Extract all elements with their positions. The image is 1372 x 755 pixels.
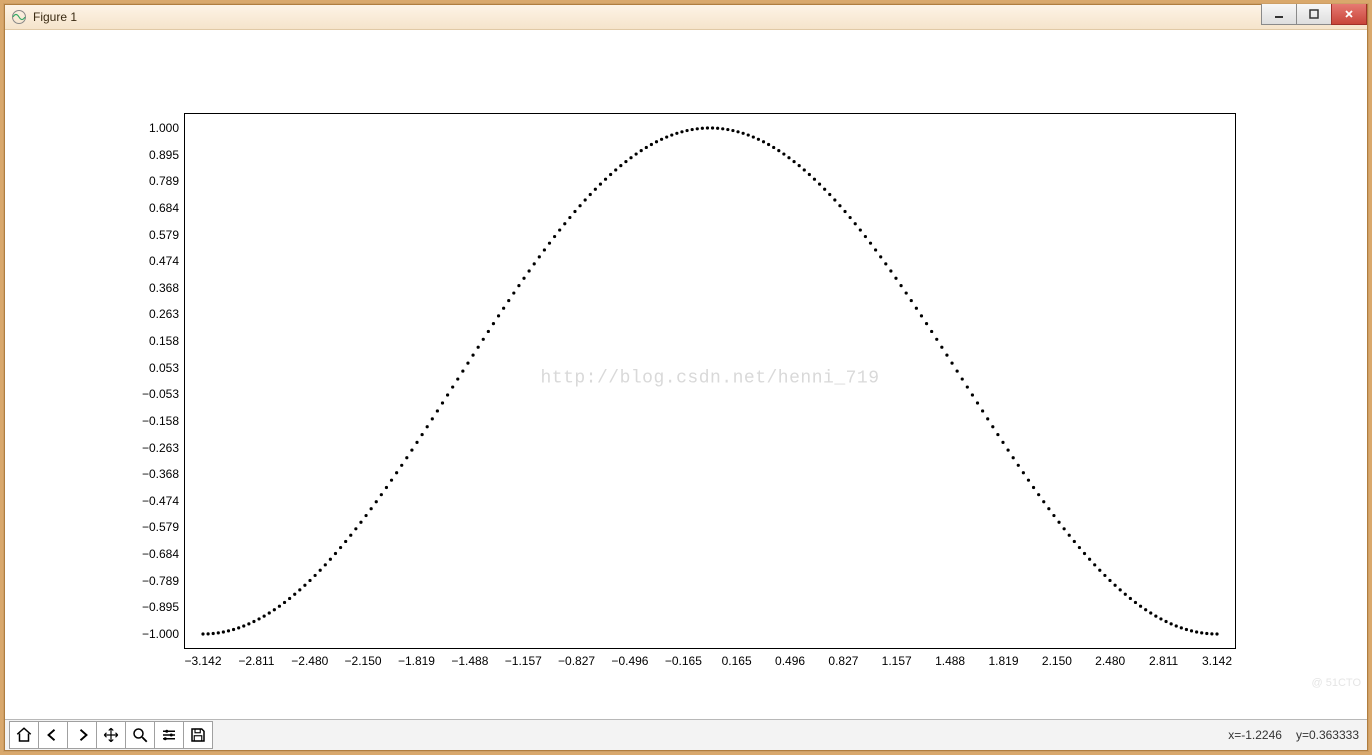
y-tick-label: 1.000 [149, 121, 185, 135]
x-tick-label: −1.157 [505, 648, 542, 668]
zoom-button[interactable] [125, 721, 155, 749]
toolbar: x=-1.2246 y=0.363333 [5, 719, 1367, 750]
window-controls [1262, 4, 1367, 25]
x-tick-label: −1.819 [398, 648, 435, 668]
y-tick-label: 0.684 [149, 201, 185, 215]
y-tick-label: −0.684 [142, 547, 185, 561]
x-tick-label: 2.480 [1095, 648, 1125, 668]
figure-window: Figure 1 http://blog.csdn.net/henni_719 … [4, 4, 1368, 751]
x-tick-label: −2.811 [238, 648, 274, 668]
y-tick-label: −0.158 [142, 414, 185, 428]
x-tick-label: 0.827 [828, 648, 858, 668]
x-tick-label: 2.150 [1042, 648, 1072, 668]
y-tick-label: 0.368 [149, 281, 185, 295]
y-tick-label: 0.895 [149, 148, 185, 162]
cursor-y: y=0.363333 [1296, 728, 1359, 742]
x-tick-label: −3.142 [184, 648, 221, 668]
x-tick-label: 3.142 [1202, 648, 1232, 668]
save-button[interactable] [183, 721, 213, 749]
y-tick-label: −0.579 [142, 520, 185, 534]
titlebar[interactable]: Figure 1 [5, 5, 1367, 30]
x-tick-label: −2.150 [345, 648, 382, 668]
x-tick-label: 1.819 [989, 648, 1019, 668]
corner-watermark: @ 51CTO [1312, 677, 1361, 689]
x-tick-label: 0.496 [775, 648, 805, 668]
x-tick-label: 2.811 [1149, 648, 1178, 668]
x-tick-label: −0.827 [558, 648, 595, 668]
y-tick-label: −1.000 [142, 627, 185, 641]
y-tick-label: 0.789 [149, 174, 185, 188]
close-button[interactable] [1331, 4, 1367, 25]
window-title: Figure 1 [33, 10, 77, 24]
x-tick-label: −0.496 [611, 648, 648, 668]
x-tick-label: 1.157 [882, 648, 912, 668]
x-tick-label: 0.165 [722, 648, 752, 668]
x-tick-label: −2.480 [291, 648, 328, 668]
y-tick-label: −0.053 [142, 387, 185, 401]
home-button[interactable] [9, 721, 39, 749]
y-tick-label: 0.579 [149, 228, 185, 242]
axes-frame: http://blog.csdn.net/henni_719 −1.000−0.… [184, 113, 1236, 649]
y-tick-label: 0.158 [149, 334, 185, 348]
x-tick-label: −1.488 [451, 648, 488, 668]
x-tick-label: −0.165 [665, 648, 702, 668]
x-tick-label: 1.488 [935, 648, 965, 668]
plot-canvas[interactable]: http://blog.csdn.net/henni_719 −1.000−0.… [5, 30, 1367, 719]
y-tick-label: −0.789 [142, 574, 185, 588]
y-tick-label: −0.263 [142, 441, 185, 455]
minimize-button[interactable] [1261, 4, 1297, 25]
app-icon [11, 9, 27, 25]
y-tick-label: 0.263 [149, 307, 185, 321]
maximize-button[interactable] [1296, 4, 1332, 25]
cursor-x: x=-1.2246 [1228, 728, 1282, 742]
y-tick-label: 0.053 [149, 361, 185, 375]
back-button[interactable] [38, 721, 68, 749]
y-tick-label: 0.474 [149, 254, 185, 268]
pan-button[interactable] [96, 721, 126, 749]
y-tick-label: −0.895 [142, 600, 185, 614]
y-tick-label: −0.474 [142, 494, 185, 508]
forward-button[interactable] [67, 721, 97, 749]
configure-button[interactable] [154, 721, 184, 749]
data-curve [185, 114, 1235, 648]
y-tick-label: −0.368 [142, 467, 185, 481]
cursor-readout: x=-1.2246 y=0.363333 [1228, 720, 1359, 750]
